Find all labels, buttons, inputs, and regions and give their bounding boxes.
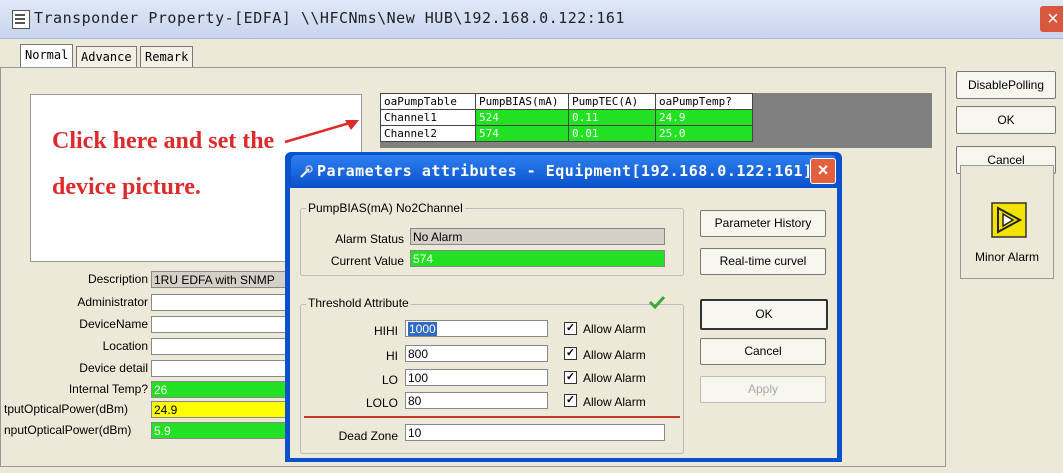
pump-cell[interactable]: 25.0: [655, 125, 753, 142]
pump-cell[interactable]: 24.9: [655, 109, 753, 126]
pump-col-header: oaPumpTemp?: [655, 93, 753, 110]
device-name-field[interactable]: [151, 316, 301, 333]
pump-bias-group-title: PumpBIAS(mA) No2Channel: [306, 201, 465, 215]
pump-table-header-row: oaPumpTable PumpBIAS(mA) PumpTEC(A) oaPu…: [380, 93, 753, 110]
device-name-label: DeviceName: [79, 317, 148, 331]
hi-allow-alarm-checkbox[interactable]: ✓: [564, 347, 577, 360]
pump-col-header: PumpBIAS(mA): [475, 93, 569, 110]
pump-col-header: PumpTEC(A): [568, 93, 656, 110]
input-power-label: nputOpticalPower(dBm): [4, 423, 132, 437]
pump-cell: Channel1: [380, 109, 476, 126]
realtime-curve-button[interactable]: Real-time curvel: [700, 248, 826, 275]
annotation-arrow-icon: [284, 120, 359, 144]
hi-allow-alarm-label: Allow Alarm: [583, 348, 646, 362]
pump-cell[interactable]: 574: [475, 125, 569, 142]
administrator-label: Administrator: [77, 295, 148, 309]
pump-cell[interactable]: 0.11: [568, 109, 656, 126]
dialog-ok-button[interactable]: OK: [700, 299, 828, 330]
lolo-allow-alarm-checkbox[interactable]: ✓: [564, 394, 577, 407]
lolo-label: LOLO: [365, 396, 398, 410]
window-close-button[interactable]: ×: [1040, 6, 1063, 32]
lo-allow-alarm-checkbox[interactable]: ✓: [564, 371, 577, 384]
hihi-value: 1000: [408, 322, 437, 336]
wrench-icon: [300, 165, 313, 178]
tab-advance[interactable]: Advance: [76, 46, 137, 67]
current-value-field: 574: [410, 250, 665, 267]
lo-allow-alarm-label: Allow Alarm: [583, 371, 646, 385]
minor-alarm-panel[interactable]: Minor Alarm: [960, 165, 1054, 279]
window-title-bar[interactable]: Transponder Property-[EDFA] \\HFCNms\New…: [0, 0, 1063, 39]
current-value-label: Current Value: [330, 254, 404, 268]
hihi-field[interactable]: 1000: [405, 320, 548, 337]
lo-label: LO: [381, 373, 398, 387]
hi-field[interactable]: 800: [405, 345, 548, 362]
device-detail-label: Device detail: [79, 361, 148, 375]
close-icon: ×: [1047, 8, 1059, 30]
output-power-field: 24.9: [151, 401, 301, 418]
dialog-apply-button[interactable]: Apply: [700, 376, 826, 403]
lo-field[interactable]: 100: [405, 369, 548, 386]
dialog-close-button[interactable]: ×: [810, 158, 836, 184]
tab-normal[interactable]: Normal: [20, 44, 74, 68]
input-power-field: 5.9: [151, 422, 301, 439]
administrator-field[interactable]: [151, 294, 301, 311]
threshold-divider: [304, 416, 680, 418]
window-title: Transponder Property-[EDFA] \\HFCNms\New…: [34, 9, 625, 27]
tab-remark[interactable]: Remark: [140, 46, 194, 67]
internal-temp-label: Internal Temp?: [68, 382, 148, 396]
lolo-allow-alarm-label: Allow Alarm: [583, 395, 646, 409]
parameter-history-button[interactable]: Parameter History: [700, 210, 826, 237]
dialog-cancel-button[interactable]: Cancel: [700, 338, 826, 365]
pump-cell: Channel2: [380, 125, 476, 142]
table-row[interactable]: Channel2 574 0.01 25.0: [380, 125, 753, 142]
output-power-label: tputOpticalPower(dBm): [4, 402, 129, 416]
annotation-line-1: Click here and set the: [52, 128, 275, 154]
minor-alarm-icon: [991, 202, 1027, 238]
hihi-allow-alarm-label: Allow Alarm: [583, 322, 646, 336]
location-label: Location: [102, 339, 148, 353]
device-detail-field[interactable]: [151, 360, 301, 377]
alarm-status-field: No Alarm: [410, 228, 665, 245]
lolo-field[interactable]: 80: [405, 392, 548, 409]
internal-temp-field: 26: [151, 381, 301, 398]
description-label: Description: [87, 272, 148, 286]
alarm-status-label: Alarm Status: [335, 232, 404, 246]
annotation-line-2: device picture.: [52, 174, 201, 200]
description-field[interactable]: 1RU EDFA with SNMP: [151, 271, 301, 288]
hihi-allow-alarm-checkbox[interactable]: ✓: [564, 322, 577, 335]
dead-zone-field[interactable]: 10: [405, 424, 665, 441]
close-icon: ×: [817, 160, 829, 180]
minor-alarm-label: Minor Alarm: [974, 250, 1039, 264]
dialog-title-bar[interactable]: Parameters attributes - Equipment[192.16…: [291, 155, 836, 187]
app-icon: [12, 10, 30, 29]
pump-table: oaPumpTable PumpBIAS(mA) PumpTEC(A) oaPu…: [380, 93, 753, 142]
pump-cell[interactable]: 0.01: [568, 125, 656, 142]
dialog-title: Parameters attributes - Equipment[192.16…: [317, 162, 813, 180]
disable-polling-button[interactable]: DisablePolling: [956, 71, 1056, 99]
green-check-icon: [648, 295, 666, 309]
pump-col-header: oaPumpTable: [380, 93, 476, 110]
threshold-group-title: Threshold Attribute: [306, 296, 411, 310]
table-row[interactable]: Channel1 524 0.11 24.9: [380, 109, 753, 126]
pump-cell[interactable]: 524: [475, 109, 569, 126]
dead-zone-label: Dead Zone: [338, 429, 398, 443]
location-field[interactable]: [151, 338, 301, 355]
ok-button[interactable]: OK: [956, 106, 1056, 134]
hi-label: HI: [386, 349, 398, 363]
hihi-label: HIHI: [374, 324, 398, 338]
